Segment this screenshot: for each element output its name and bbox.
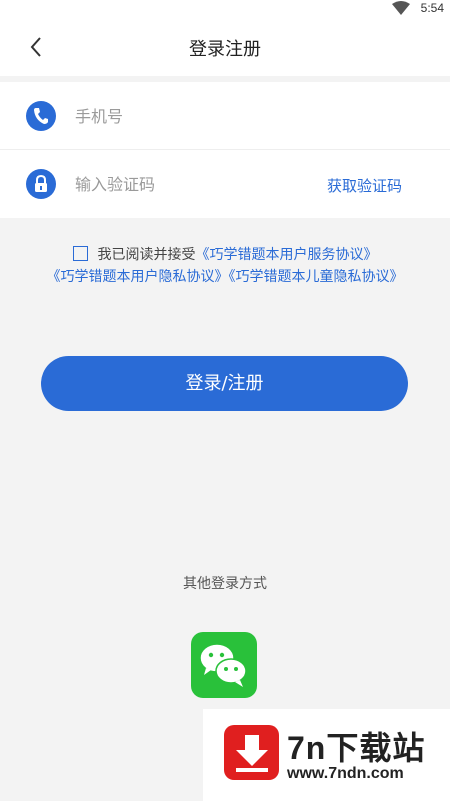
status-time: 5:54 [420, 1, 444, 15]
header: 登录注册 [0, 18, 450, 76]
wechat-icon [199, 643, 247, 687]
service-agreement-link[interactable]: 《巧学错题本用户服务协议》 [196, 247, 378, 263]
agreement: 我已阅读并接受《巧学错题本用户服务协议》 《巧学错题本用户隐私协议》《巧学错题本… [0, 244, 450, 288]
login-register-button[interactable]: 登录/注册 [41, 356, 408, 411]
agreement-checkbox[interactable] [72, 246, 88, 261]
code-row: 获取验证码 [0, 150, 450, 218]
other-login-label: 其他登录方式 [183, 576, 267, 592]
watermark-url: www.7ndn.com [287, 765, 404, 782]
phone-icon [26, 101, 56, 131]
privacy-agreement-link[interactable]: 《巧学错题本用户隐私协议》 [47, 269, 229, 285]
status-bar: 5:54 [0, 0, 450, 18]
agreement-line-2: 《巧学错题本用户隐私协议》《巧学错题本儿童隐私协议》 [0, 266, 450, 288]
wechat-login-button[interactable] [191, 632, 257, 698]
phone-input[interactable] [75, 104, 315, 128]
lock-icon [26, 169, 56, 199]
download-arrow-icon [224, 725, 279, 780]
code-input[interactable] [75, 172, 315, 196]
agreement-prefix: 我已阅读并接受 [97, 247, 196, 263]
page-title: 登录注册 [189, 39, 261, 60]
children-privacy-link[interactable]: 《巧学错题本儿童隐私协议》 [229, 269, 404, 285]
watermark-name: 7n下载站 [287, 730, 426, 766]
agreement-line-1: 我已阅读并接受《巧学错题本用户服务协议》 [0, 244, 450, 266]
get-code-button[interactable]: 获取验证码 [327, 175, 402, 196]
phone-row [0, 82, 450, 150]
wifi-icon [392, 1, 410, 15]
watermark: 7n下载站 www.7ndn.com [203, 709, 450, 801]
login-form: 获取验证码 [0, 82, 450, 218]
